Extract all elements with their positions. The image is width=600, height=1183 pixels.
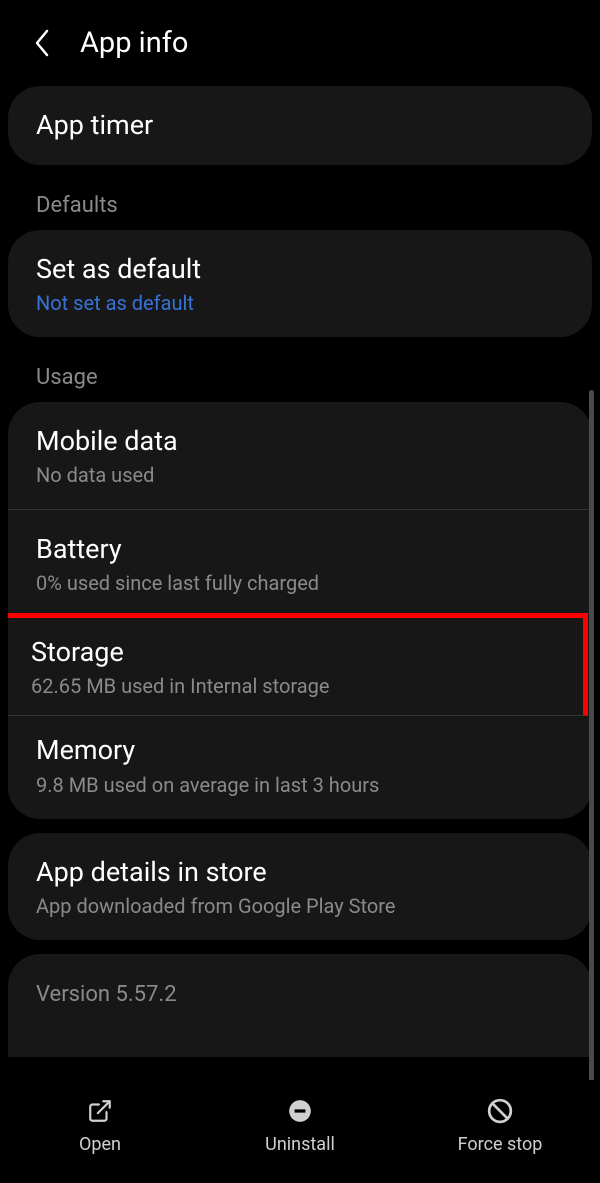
app-timer-label: App timer — [36, 108, 564, 143]
bottom-bar: Open Uninstall Force stop — [0, 1080, 600, 1183]
app-details-card: App details in store App downloaded from… — [8, 833, 592, 940]
set-default-title: Set as default — [36, 252, 564, 287]
back-icon[interactable] — [30, 31, 54, 55]
content: App timer Defaults Set as default Not se… — [0, 86, 600, 1057]
version-card: Version 5.57.2 — [8, 954, 592, 1057]
storage-title: Storage — [31, 635, 560, 670]
memory-sub: 9.8 MB used on average in last 3 hours — [36, 773, 564, 797]
set-default-sub: Not set as default — [36, 291, 564, 315]
page-title: App info — [80, 26, 188, 60]
storage-item[interactable]: Storage 62.65 MB used in Internal storag… — [8, 613, 588, 716]
app-timer-item[interactable]: App timer — [8, 86, 592, 165]
battery-sub: 0% used since last fully charged — [36, 571, 564, 595]
usage-card: Mobile data No data used Battery 0% used… — [8, 402, 592, 818]
memory-item[interactable]: Memory 9.8 MB used on average in last 3 … — [8, 711, 592, 818]
force-stop-label: Force stop — [458, 1134, 543, 1155]
uninstall-button[interactable]: Uninstall — [200, 1098, 400, 1155]
section-defaults: Defaults — [8, 179, 592, 230]
set-default-item[interactable]: Set as default Not set as default — [8, 230, 592, 337]
open-icon — [87, 1098, 113, 1124]
memory-title: Memory — [36, 733, 564, 768]
section-usage: Usage — [8, 351, 592, 402]
open-button[interactable]: Open — [0, 1098, 200, 1155]
battery-item[interactable]: Battery 0% used since last fully charged — [8, 510, 592, 618]
mobile-data-sub: No data used — [36, 463, 564, 487]
app-timer-card: App timer — [8, 86, 592, 165]
battery-title: Battery — [36, 532, 564, 567]
mobile-data-item[interactable]: Mobile data No data used — [8, 402, 592, 510]
uninstall-label: Uninstall — [265, 1134, 335, 1155]
app-details-sub: App downloaded from Google Play Store — [36, 894, 564, 918]
app-details-item[interactable]: App details in store App downloaded from… — [8, 833, 592, 940]
storage-sub: 62.65 MB used in Internal storage — [31, 674, 560, 698]
defaults-card: Set as default Not set as default — [8, 230, 592, 337]
force-stop-button[interactable]: Force stop — [400, 1098, 600, 1155]
open-label: Open — [79, 1134, 121, 1155]
scrollbar[interactable] — [589, 390, 594, 1090]
app-details-title: App details in store — [36, 855, 564, 890]
uninstall-icon — [287, 1098, 313, 1124]
force-stop-icon — [487, 1098, 513, 1124]
header: App info — [0, 0, 600, 86]
version-text: Version 5.57.2 — [36, 982, 564, 1007]
mobile-data-title: Mobile data — [36, 424, 564, 459]
